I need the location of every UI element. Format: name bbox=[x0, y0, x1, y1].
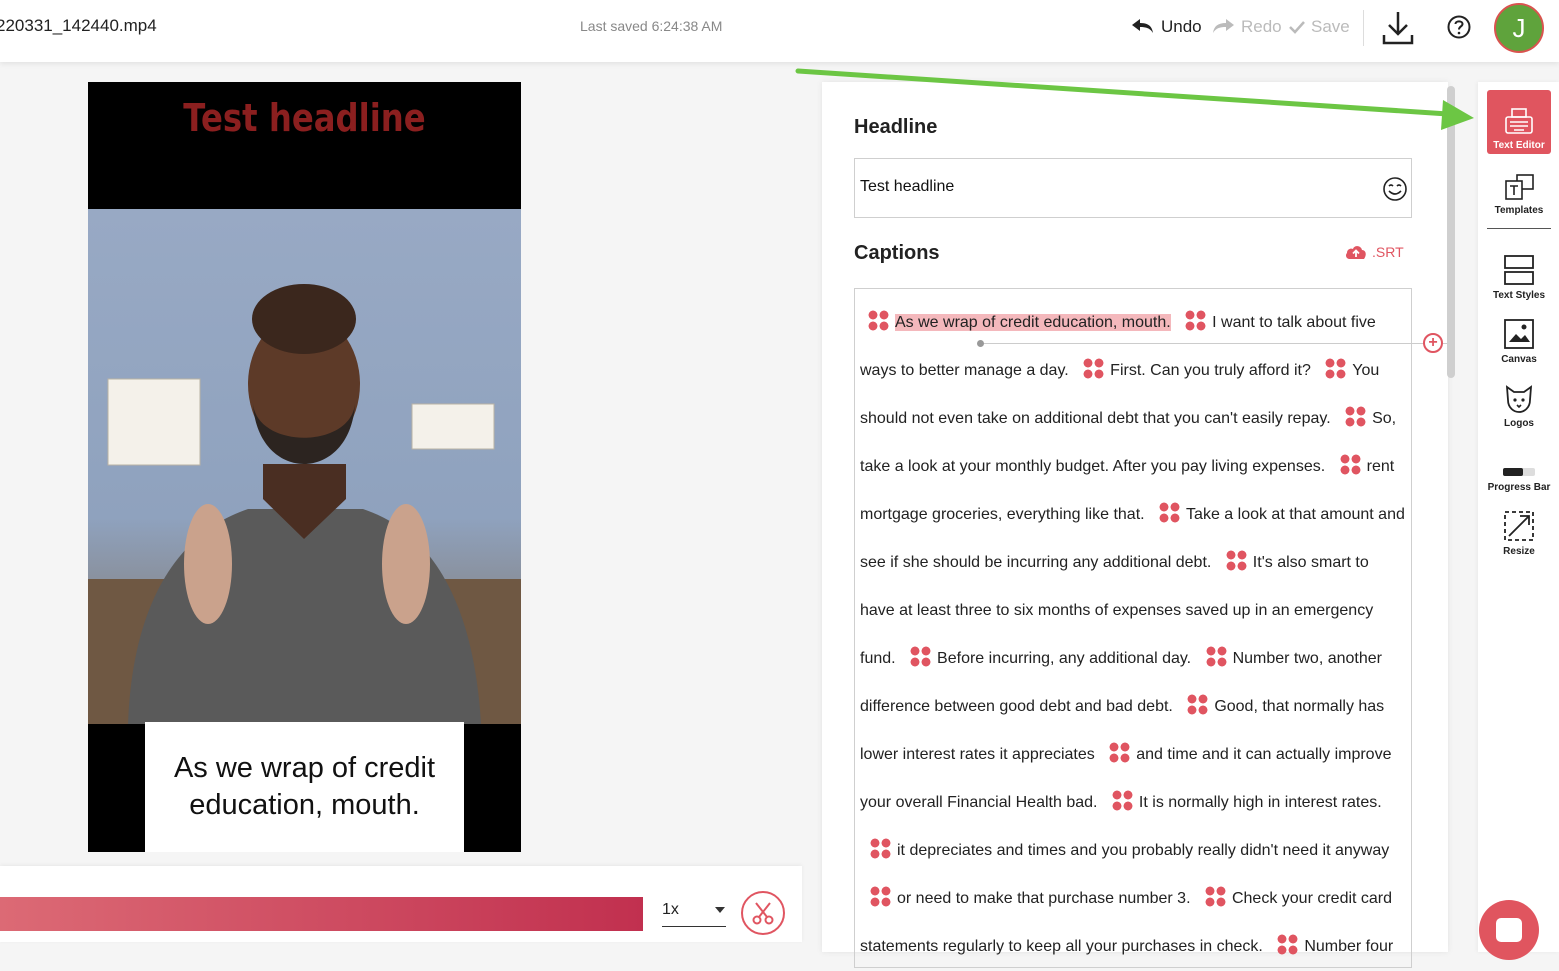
captions-label: Captions bbox=[854, 242, 940, 264]
video-frame bbox=[88, 209, 521, 724]
caption-handle-icon[interactable] bbox=[870, 886, 891, 907]
help-button[interactable] bbox=[1446, 14, 1472, 40]
playback-controls: 1x bbox=[0, 866, 802, 942]
caption-handle-icon[interactable] bbox=[1339, 454, 1361, 475]
last-saved-status: Last saved 6:24:38 AM bbox=[580, 18, 723, 34]
sidebar-item-logos[interactable]: Logos bbox=[1487, 368, 1551, 432]
typewriter-icon bbox=[1505, 108, 1533, 134]
user-avatar[interactable]: J bbox=[1494, 3, 1544, 53]
scissors-icon bbox=[752, 902, 774, 925]
sidebar-label: Canvas bbox=[1501, 354, 1537, 365]
redo-button[interactable]: Redo bbox=[1211, 14, 1282, 40]
caption-segment[interactable]: It is normally high in interest rates. bbox=[1139, 794, 1382, 811]
caption-segment[interactable]: Before incurring, any additional day. bbox=[937, 650, 1191, 667]
sidebar-item-resize[interactable]: Resize bbox=[1487, 496, 1551, 560]
srt-label: .SRT bbox=[1372, 244, 1404, 260]
caption-segment[interactable]: or need to make that purchase number 3. bbox=[897, 890, 1191, 907]
playback-speed-select[interactable]: 1x bbox=[662, 893, 726, 927]
video-preview[interactable]: Test headline As we wrap of credit educa… bbox=[88, 82, 521, 852]
video-caption-line-2: education, mouth. bbox=[189, 789, 420, 821]
undo-icon bbox=[1132, 19, 1153, 33]
caption-handle-icon[interactable] bbox=[1205, 646, 1227, 667]
toolbar-divider bbox=[1363, 10, 1364, 46]
save-label: Save bbox=[1311, 17, 1350, 36]
playback-speed-value: 1x bbox=[662, 900, 679, 918]
help-icon bbox=[1447, 15, 1471, 39]
undo-label: Undo bbox=[1161, 17, 1202, 36]
emoji-icon[interactable] bbox=[1382, 176, 1408, 202]
timeline-progress-bar[interactable] bbox=[0, 897, 643, 931]
redo-label: Redo bbox=[1241, 17, 1282, 36]
caption-segment[interactable]: As we wrap of credit education, mouth. bbox=[895, 314, 1171, 331]
sidebar-item-text-styles[interactable]: Text Styles bbox=[1487, 240, 1551, 304]
caption-handle-icon[interactable] bbox=[868, 310, 889, 331]
caption-handle-icon[interactable] bbox=[1325, 358, 1347, 379]
headline-input[interactable] bbox=[860, 178, 1360, 196]
sidebar-divider bbox=[1487, 228, 1551, 229]
tool-sidebar: Text Editor Templates Text Styles Canvas… bbox=[1478, 82, 1559, 952]
headline-field[interactable] bbox=[854, 158, 1412, 218]
captions-text[interactable]: As we wrap of credit education, mouth. I… bbox=[860, 299, 1405, 971]
headline-label: Headline bbox=[854, 116, 938, 138]
cloud-upload-icon bbox=[1346, 246, 1366, 259]
sidebar-item-text-editor[interactable]: Text Editor bbox=[1487, 90, 1551, 154]
caption-handle-icon[interactable] bbox=[1185, 310, 1207, 331]
caption-handle-icon[interactable] bbox=[1225, 550, 1247, 571]
caption-handle-icon[interactable] bbox=[910, 646, 932, 667]
file-name: 220331_142440.mp4 bbox=[0, 16, 157, 35]
caption-handle-icon[interactable] bbox=[1109, 742, 1131, 763]
presenter-illustration bbox=[88, 284, 521, 724]
caption-handle-icon[interactable] bbox=[1204, 886, 1226, 907]
canvas-icon bbox=[1504, 319, 1534, 349]
caption-handle-icon[interactable] bbox=[1187, 694, 1209, 715]
srt-upload-button[interactable]: .SRT bbox=[1344, 243, 1404, 261]
caption-segment[interactable]: Number four bbox=[1304, 938, 1393, 955]
add-caption-button[interactable]: + bbox=[1423, 333, 1443, 353]
top-bar: 220331_142440.mp4 Last saved 6:24:38 AM … bbox=[0, 0, 1559, 62]
chat-widget-button[interactable] bbox=[1479, 900, 1539, 960]
checkmark-icon bbox=[1289, 21, 1305, 34]
resize-icon bbox=[1504, 511, 1534, 541]
redo-icon bbox=[1213, 19, 1234, 33]
cut-button[interactable] bbox=[741, 891, 785, 935]
chevron-down-icon bbox=[715, 906, 725, 913]
video-caption: As we wrap of credit education, mouth. bbox=[145, 722, 464, 852]
video-headline: Test headline bbox=[183, 96, 426, 140]
sidebar-item-canvas[interactable]: Canvas bbox=[1487, 304, 1551, 368]
captions-editor[interactable]: As we wrap of credit education, mouth. I… bbox=[854, 288, 1450, 971]
caption-handle-icon[interactable] bbox=[870, 838, 891, 859]
sidebar-item-templates[interactable]: Templates bbox=[1487, 155, 1551, 219]
panel-scrollbar[interactable] bbox=[1447, 86, 1455, 378]
video-caption-line-1: As we wrap of credit bbox=[173, 752, 436, 784]
caption-handle-icon[interactable] bbox=[1277, 934, 1299, 955]
text-styles-icon bbox=[1504, 255, 1534, 285]
caption-segment[interactable]: it depreciates and times and you probabl… bbox=[897, 842, 1389, 859]
caption-handle-icon[interactable] bbox=[1345, 406, 1367, 427]
text-editor-panel: Headline Captions .SRT As we wrap of cre… bbox=[822, 82, 1450, 968]
templates-icon bbox=[1505, 174, 1534, 200]
download-button[interactable] bbox=[1380, 8, 1416, 48]
sidebar-label: Text Editor bbox=[1493, 140, 1545, 151]
caption-handle-icon[interactable] bbox=[1111, 790, 1133, 811]
sidebar-label: Logos bbox=[1504, 418, 1534, 429]
sidebar-label: Resize bbox=[1503, 546, 1535, 557]
chat-icon bbox=[1496, 918, 1522, 942]
caption-segment[interactable]: First. Can you truly afford it? bbox=[1110, 362, 1311, 379]
sidebar-label: Progress Bar bbox=[1487, 482, 1551, 493]
download-icon bbox=[1382, 12, 1414, 45]
logos-icon bbox=[1505, 385, 1533, 413]
caption-handle-icon[interactable] bbox=[1083, 358, 1105, 379]
undo-button[interactable]: Undo bbox=[1131, 14, 1202, 40]
sidebar-label: Templates bbox=[1494, 205, 1544, 216]
save-button[interactable]: Save bbox=[1289, 14, 1350, 40]
progress-bar-icon bbox=[1503, 468, 1535, 476]
caption-handle-icon[interactable] bbox=[1159, 502, 1181, 523]
sidebar-item-progress-bar[interactable]: Progress Bar bbox=[1487, 432, 1551, 496]
sidebar-label: Text Styles bbox=[1492, 290, 1546, 301]
